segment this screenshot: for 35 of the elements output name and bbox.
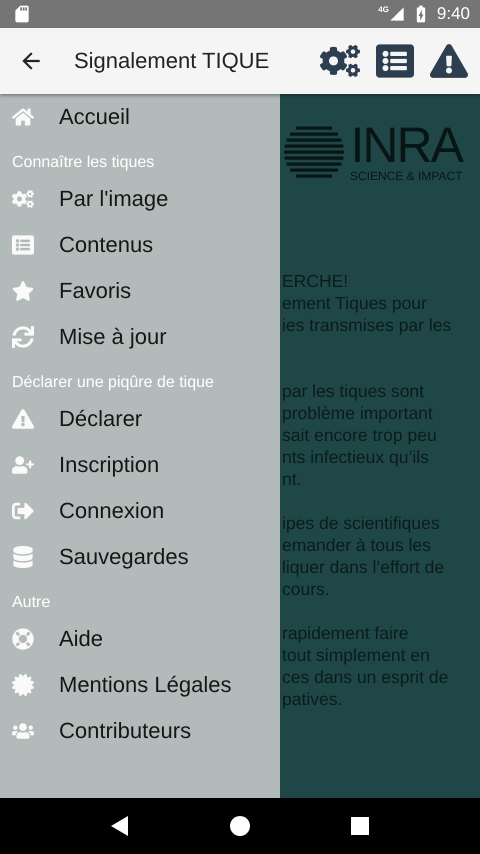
sign-in-icon xyxy=(12,500,34,522)
menu-item[interactable]: Mentions Légales xyxy=(0,662,280,708)
home-icon[interactable] xyxy=(230,816,250,836)
warning-icon[interactable] xyxy=(430,42,468,80)
add-user-icon xyxy=(12,454,34,476)
signal-icon xyxy=(388,6,405,22)
menu-item[interactable]: Sauvegardes xyxy=(0,534,280,580)
star-icon xyxy=(12,280,34,302)
section-header: Déclarer une piqûre de tique xyxy=(11,373,215,393)
section-header: Connaître les tiques xyxy=(11,153,156,173)
seal-icon xyxy=(12,674,34,696)
list-icon xyxy=(12,234,34,256)
menu-item[interactable]: Connexion xyxy=(0,488,280,534)
list-icon[interactable] xyxy=(376,42,414,80)
menu-item[interactable]: Aide xyxy=(0,616,280,662)
menu-item[interactable]: Déclarer xyxy=(0,396,280,442)
lifebuoy-icon xyxy=(12,628,34,650)
home-icon xyxy=(12,106,34,128)
refresh-icon xyxy=(12,326,34,348)
menu-item[interactable]: Inscription xyxy=(0,442,280,488)
menu-item[interactable]: Contenus xyxy=(0,222,280,268)
menu-item[interactable]: Contributeurs xyxy=(0,708,280,754)
network-type: 4G xyxy=(378,5,389,14)
app-title: Signalement TIQUE xyxy=(74,48,270,74)
database-icon xyxy=(12,546,34,568)
menu-item[interactable]: Accueil xyxy=(0,94,280,140)
gears-icon xyxy=(12,188,34,210)
section-header: Autre xyxy=(11,593,52,613)
warning-icon xyxy=(12,408,34,430)
menu-item[interactable]: Par l'image xyxy=(0,176,280,222)
menu-item[interactable]: Favoris xyxy=(0,268,280,314)
clock: 9:40 xyxy=(436,4,470,24)
back-icon[interactable] xyxy=(110,816,129,836)
menu-item[interactable]: Mise à jour xyxy=(0,314,280,360)
recents-icon[interactable] xyxy=(351,817,370,835)
